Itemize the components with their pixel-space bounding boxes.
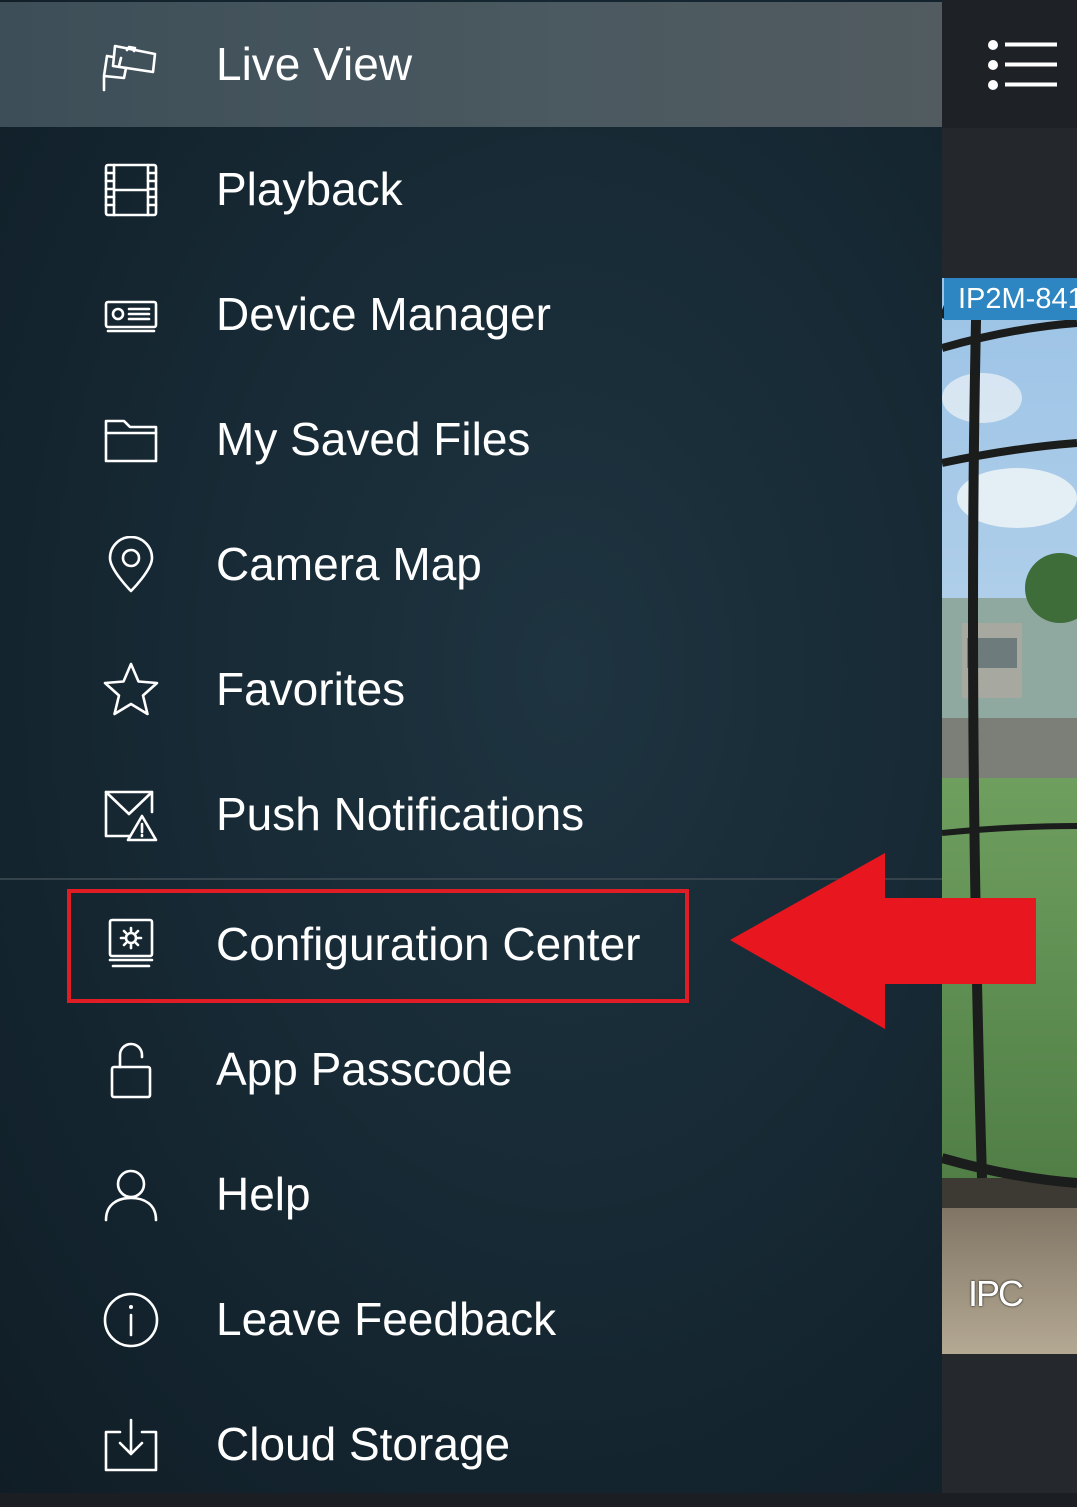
unlocked-padlock-icon	[110, 1042, 152, 1099]
menu-item-label: Cloud Storage	[216, 1418, 511, 1470]
navigation-drawer: Live View Playback Device Manager My Sav…	[0, 0, 942, 1493]
menu-item-leave-feedback[interactable]: Leave Feedback	[0, 1257, 942, 1382]
menu-item-saved-files[interactable]: My Saved Files	[0, 377, 942, 502]
star-icon	[103, 662, 159, 716]
menu-item-help[interactable]: Help	[0, 1132, 942, 1257]
menu-item-label: Leave Feedback	[216, 1293, 557, 1345]
mail-alert-icon	[104, 790, 158, 842]
red-arrow-icon	[730, 853, 1036, 1029]
download-tray-icon	[104, 1418, 158, 1472]
menu-item-label: Live View	[216, 38, 413, 90]
channel-label: IP2M-841	[944, 278, 1077, 320]
menu-item-label: App Passcode	[216, 1043, 513, 1095]
menu-item-label: Help	[216, 1168, 311, 1220]
live-view-footer	[942, 1354, 1077, 1493]
person-icon	[104, 1169, 158, 1222]
menu-item-label: Camera Map	[216, 538, 482, 590]
channel-type-label: IPC	[968, 1273, 1024, 1314]
menu-item-label: Push Notifications	[216, 788, 585, 840]
menu-item-label: Device Manager	[216, 288, 551, 340]
menu-item-device-manager[interactable]: Device Manager	[0, 252, 942, 377]
camera-feed[interactable]: IP2M-841 IPC	[942, 278, 1077, 1354]
camera-image	[942, 278, 1077, 1354]
live-view-toolbar	[942, 0, 1077, 128]
security-camera-icon	[102, 44, 157, 92]
menu-item-playback[interactable]: Playback	[0, 127, 942, 252]
live-view-panel: IP2M-841 IPC	[942, 0, 1077, 1493]
menu-item-cloud-storage[interactable]: Cloud Storage	[0, 1382, 942, 1507]
folder-icon	[104, 419, 158, 463]
list-menu-icon[interactable]	[988, 38, 1060, 94]
dvr-device-icon	[104, 300, 158, 333]
menu-item-label: Favorites	[216, 663, 406, 715]
menu-item-label: Playback	[216, 163, 403, 215]
menu-item-camera-map[interactable]: Camera Map	[0, 502, 942, 627]
highlight-box	[67, 889, 689, 1003]
map-pin-icon	[108, 536, 154, 593]
menu-item-favorites[interactable]: Favorites	[0, 627, 942, 752]
film-strip-icon	[104, 163, 158, 217]
info-circle-icon	[103, 1292, 159, 1348]
menu-item-label: My Saved Files	[216, 413, 531, 465]
menu-item-live-view[interactable]: Live View	[0, 2, 942, 127]
